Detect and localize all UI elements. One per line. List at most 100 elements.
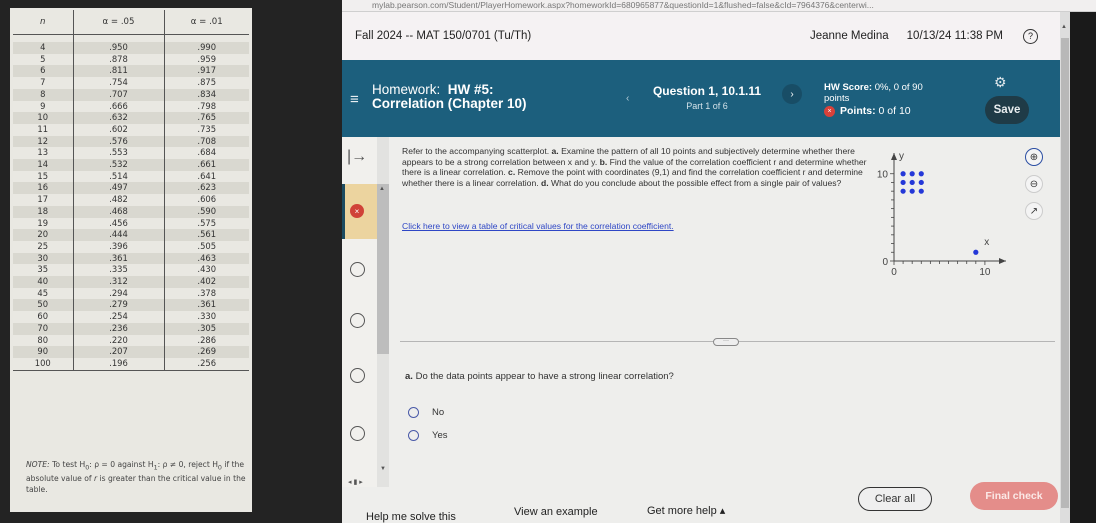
data-point [918,188,924,194]
cell-alpha-01: .378 [197,287,217,298]
table-row: 10.632.765 [13,112,249,124]
cell-alpha-05: .207 [73,346,165,358]
cell-alpha-01: .505 [197,240,217,251]
cell-alpha-05: .553 [73,147,165,160]
data-point [918,171,924,177]
nav-item-question-3[interactable] [350,313,365,328]
cell-n: 6 [13,65,74,78]
data-point [909,171,915,177]
x-tick-label: 10 [979,267,991,278]
course-header: Fall 2024 -- MAT 150/0701 (Tu/Th) Jeanne… [342,12,1060,60]
table-row: 16.497.623 [13,182,249,195]
cell-alpha-05: .482 [73,194,165,206]
menu-icon[interactable]: ≡ [350,91,359,108]
get-more-help-link[interactable]: Get more help ▴ [647,504,725,517]
y-axis-arrow [891,153,897,160]
cell-n: 7 [13,77,74,89]
cell-alpha-05: .254 [73,311,165,323]
horizontal-scrollbar[interactable]: ◂ ▮ ▸ [342,478,390,490]
cell-alpha-05: .811 [73,65,165,78]
cell-alpha-05: .236 [73,322,165,335]
cell-n: 11 [13,123,74,136]
question-indicator: Question 1, 10.1.11 Part 1 of 6 [642,84,772,111]
incorrect-icon: × [824,106,835,117]
table-row: 12.576.708 [13,135,249,148]
cell-alpha-01: .430 [197,264,217,275]
part-label: d. [541,177,549,188]
y-axis-label: y [899,151,904,162]
option-yes[interactable]: Yes [408,430,448,441]
note-text: To test H [49,460,86,469]
cell-alpha-01: .305 [164,322,249,335]
help-icon[interactable]: ? [1023,28,1038,44]
table-row: 100.196.256 [13,357,249,371]
cell-alpha-01: .361 [164,299,249,312]
nav-item-question-5[interactable] [350,426,365,441]
address-bar[interactable]: mylab.pearson.com/Student/PlayerHomework… [342,0,1096,12]
question-text: Refer to the accompanying scatterplot. a… [402,146,872,188]
table-spacer [13,34,249,42]
table-row: 70.236.305 [13,322,249,335]
table-row: 20.444.561 [13,229,249,241]
radio-yes[interactable] [408,430,419,441]
radio-no[interactable] [408,407,419,418]
points-value: 0 of 10 [878,105,911,117]
table-row: 90.207.269 [13,346,249,358]
cell-alpha-05: .576 [73,135,165,148]
cell-n: 15 [13,170,74,183]
expand-nav-icon[interactable]: |→ [347,148,367,166]
note-text: : ρ = 0 against H [89,460,154,469]
cell-alpha-01: .684 [197,147,217,158]
cell-alpha-05: .220 [73,334,165,347]
zoom-in-icon[interactable]: ⊕ [1025,148,1043,166]
scroll-down-icon[interactable]: ▼ [380,466,386,472]
cell-n: 20 [13,229,74,241]
previous-question-icon[interactable]: ‹ [626,93,629,104]
cell-alpha-05: .950 [73,42,165,54]
cell-alpha-05: .602 [73,123,165,136]
final-check-button[interactable]: Final check [970,482,1058,510]
header-alpha-05: α = .05 [73,10,165,35]
homework-label: Homework: [372,82,441,97]
spacer-cell [73,34,165,42]
table-row: 25.396 .505 [13,240,249,253]
nav-item-question-2[interactable] [350,262,365,277]
cell-alpha-05: .196 [73,357,165,371]
user-name: Jeanne Medina [810,30,889,42]
view-example-link[interactable]: View an example [514,506,598,518]
cell-alpha-05: .497 [73,182,165,195]
cell-n: 80 [13,334,74,347]
gear-icon[interactable]: ⚙ [994,74,1007,91]
clear-all-button[interactable]: Clear all [858,487,932,511]
help-me-solve-this-link[interactable]: Help me solve this [366,511,456,523]
cell-alpha-01: .875 [197,77,217,88]
zoom-out-icon[interactable]: ⊖ [1025,175,1043,193]
cell-alpha-01: .463 [164,252,249,265]
option-no[interactable]: No [408,407,444,418]
hw-score: HW Score: 0%, 0 of 90 [824,82,923,93]
data-point [900,179,906,186]
next-question-button[interactable]: › [782,84,802,104]
more-button[interactable]: ··· [713,338,739,346]
cell-n: 35 [13,264,74,277]
critical-values-link[interactable]: Click here to view a table of critical v… [402,221,674,231]
part-a-prompt: a. Do the data points appear to have a s… [405,371,674,382]
save-button[interactable]: Save [985,96,1029,124]
scroll-up-icon[interactable]: ▲ [1061,24,1067,30]
cell-alpha-01: .661 [164,159,249,171]
critical-values-card: n α = .05 α = .01 4.950.990 5.878.959 6.81… [10,8,252,512]
page-scrollbar-thumb[interactable] [1061,38,1069,508]
scroll-up-icon[interactable]: ▲ [379,186,385,192]
cell-n: 10 [13,112,74,124]
nav-scrollbar-thumb[interactable] [377,184,389,354]
cell-n: 9 [13,100,74,113]
table-row: 18.468.590 [13,205,249,218]
nav-item-question-4[interactable] [350,368,365,383]
cell-alpha-01: .735 [197,123,217,134]
table-row: 45.294 .378 [13,287,249,300]
cell-alpha-05: .666 [73,100,165,113]
cell-alpha-05: .335 [73,264,165,277]
popout-icon[interactable]: ↗ [1025,202,1043,220]
header-n: n [13,10,74,35]
cell-n: 60 [13,311,74,323]
